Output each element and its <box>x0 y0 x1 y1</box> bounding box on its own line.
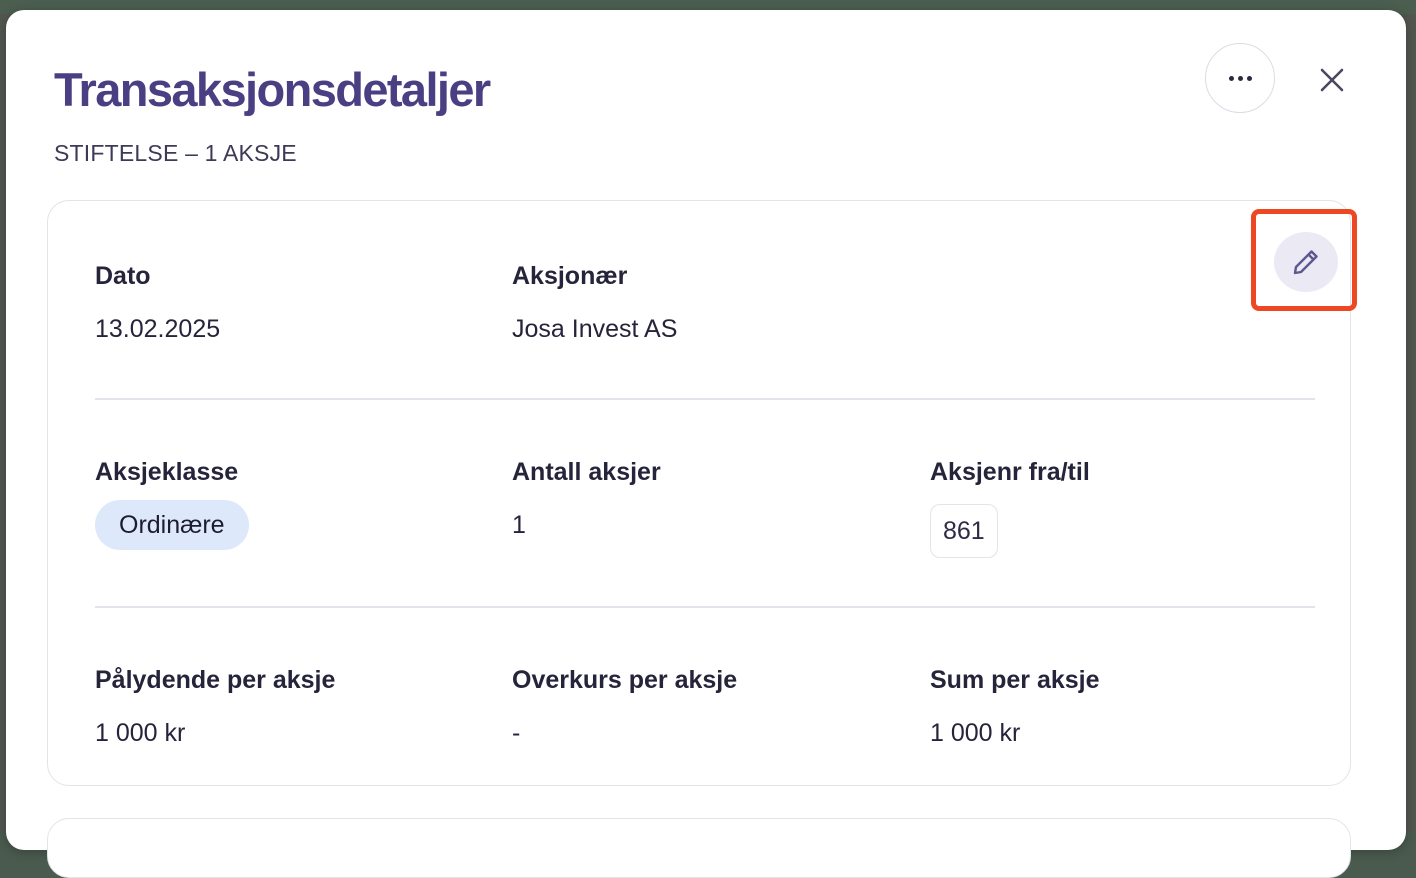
modal-subtitle: STIFTELSE – 1 AKSJE <box>54 140 297 166</box>
edit-button-highlight <box>1251 209 1357 311</box>
date-value: 13.02.2025 <box>95 315 221 343</box>
divider <box>95 398 1315 400</box>
share-numbers-label: Aksjenr fra/til <box>930 458 1090 486</box>
modal-title: Transaksjonsdetaljer <box>54 63 491 116</box>
nominal-value: 1 000 kr <box>95 719 186 747</box>
close-button[interactable] <box>1314 62 1350 98</box>
share-count-value: 1 <box>512 511 526 539</box>
nominal-label: Pålydende per aksje <box>95 666 336 694</box>
divider <box>95 606 1315 608</box>
sum-label: Sum per aksje <box>930 666 1100 694</box>
shareholder-label: Aksjonær <box>512 262 628 290</box>
more-options-button[interactable] <box>1205 43 1275 113</box>
date-label: Dato <box>95 262 151 290</box>
close-icon <box>1320 68 1344 92</box>
secondary-card <box>47 818 1351 878</box>
premium-label: Overkurs per aksje <box>512 666 738 694</box>
shareholder-value: Josa Invest AS <box>512 315 678 343</box>
more-horizontal-icon <box>1228 75 1252 81</box>
premium-value: - <box>512 719 521 747</box>
share-class-badge: Ordinære <box>95 500 249 550</box>
share-number-chip: 861 <box>930 504 998 558</box>
transaction-details-card <box>47 200 1351 786</box>
share-class-label: Aksjeklasse <box>95 458 239 486</box>
share-count-label: Antall aksjer <box>512 458 661 486</box>
sum-value: 1 000 kr <box>930 719 1021 747</box>
